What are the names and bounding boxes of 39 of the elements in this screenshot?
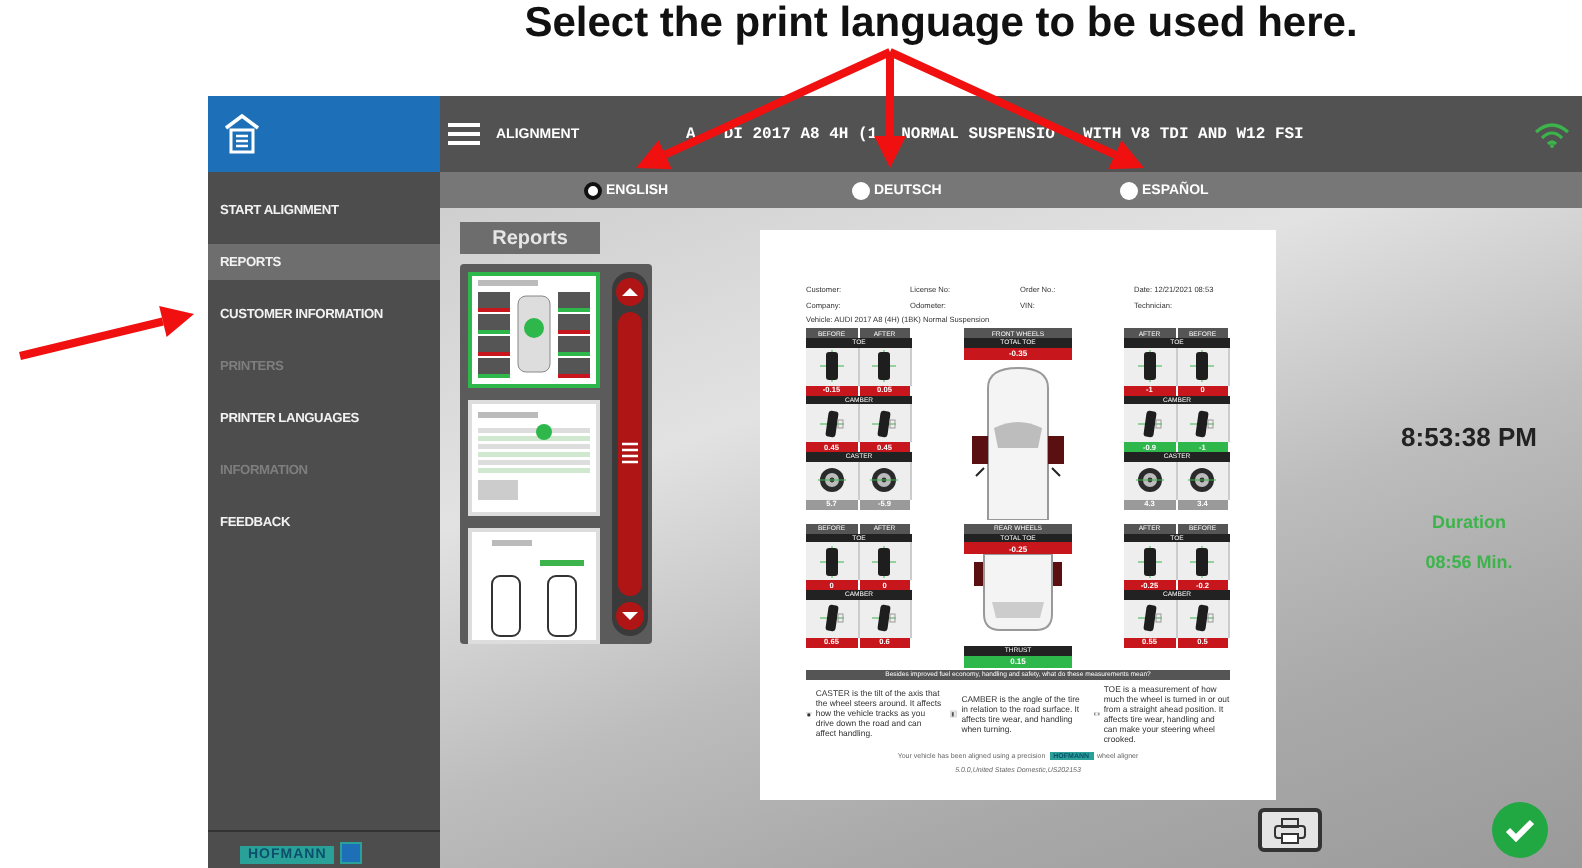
wheel-icon: [1135, 466, 1164, 494]
tire-icon: [819, 350, 844, 382]
printer-icon: [1274, 817, 1306, 843]
tire-icon: [1190, 350, 1215, 382]
tire-icon: [1190, 407, 1215, 439]
panel-title: Reports: [460, 222, 600, 254]
tire-icon: [819, 407, 844, 439]
tire-icon: [1137, 602, 1162, 634]
clock-time: 8:53:38 PM: [1401, 422, 1537, 452]
home-icon[interactable]: [224, 114, 260, 154]
report-thumbnail[interactable]: [468, 272, 600, 388]
tire-icon: [872, 545, 897, 577]
confirm-button[interactable]: [1492, 802, 1548, 858]
wheel-icon: [817, 466, 846, 494]
annotation-caption: Select the print language to be used here.: [524, 0, 1358, 48]
duration-label: Duration: [1432, 512, 1506, 532]
scrollbar[interactable]: [612, 272, 648, 636]
tire-icon: [1137, 407, 1162, 439]
wifi-icon: [1534, 121, 1570, 147]
tire-icon: [819, 545, 844, 577]
vehicle-title: NORMAL SUSPENSIO: [901, 125, 1055, 143]
logo-square-icon: [340, 842, 363, 864]
menu-icon[interactable]: [448, 122, 480, 146]
tire-icon: [1190, 602, 1215, 634]
duration-value: 08:56 Min.: [1425, 552, 1513, 572]
tire-icon: [872, 407, 897, 439]
tire-icon: [1137, 350, 1162, 382]
tire-icon: [819, 602, 844, 634]
report-thumbnail-drawing: [472, 276, 596, 384]
vehicle-title: WITH V8 TDI AND W12 FSI: [1082, 125, 1304, 143]
vehicle-title: A: [686, 125, 696, 143]
tire-icon: [872, 602, 897, 634]
wheel-icon: [870, 466, 899, 494]
print-button[interactable]: [1258, 808, 1322, 852]
tire-icon: [1137, 545, 1162, 577]
tire-icon: [872, 350, 897, 382]
checkmark-icon: [1504, 818, 1536, 842]
tire-icon: [1190, 545, 1215, 577]
wheel-icon: [1188, 466, 1217, 494]
